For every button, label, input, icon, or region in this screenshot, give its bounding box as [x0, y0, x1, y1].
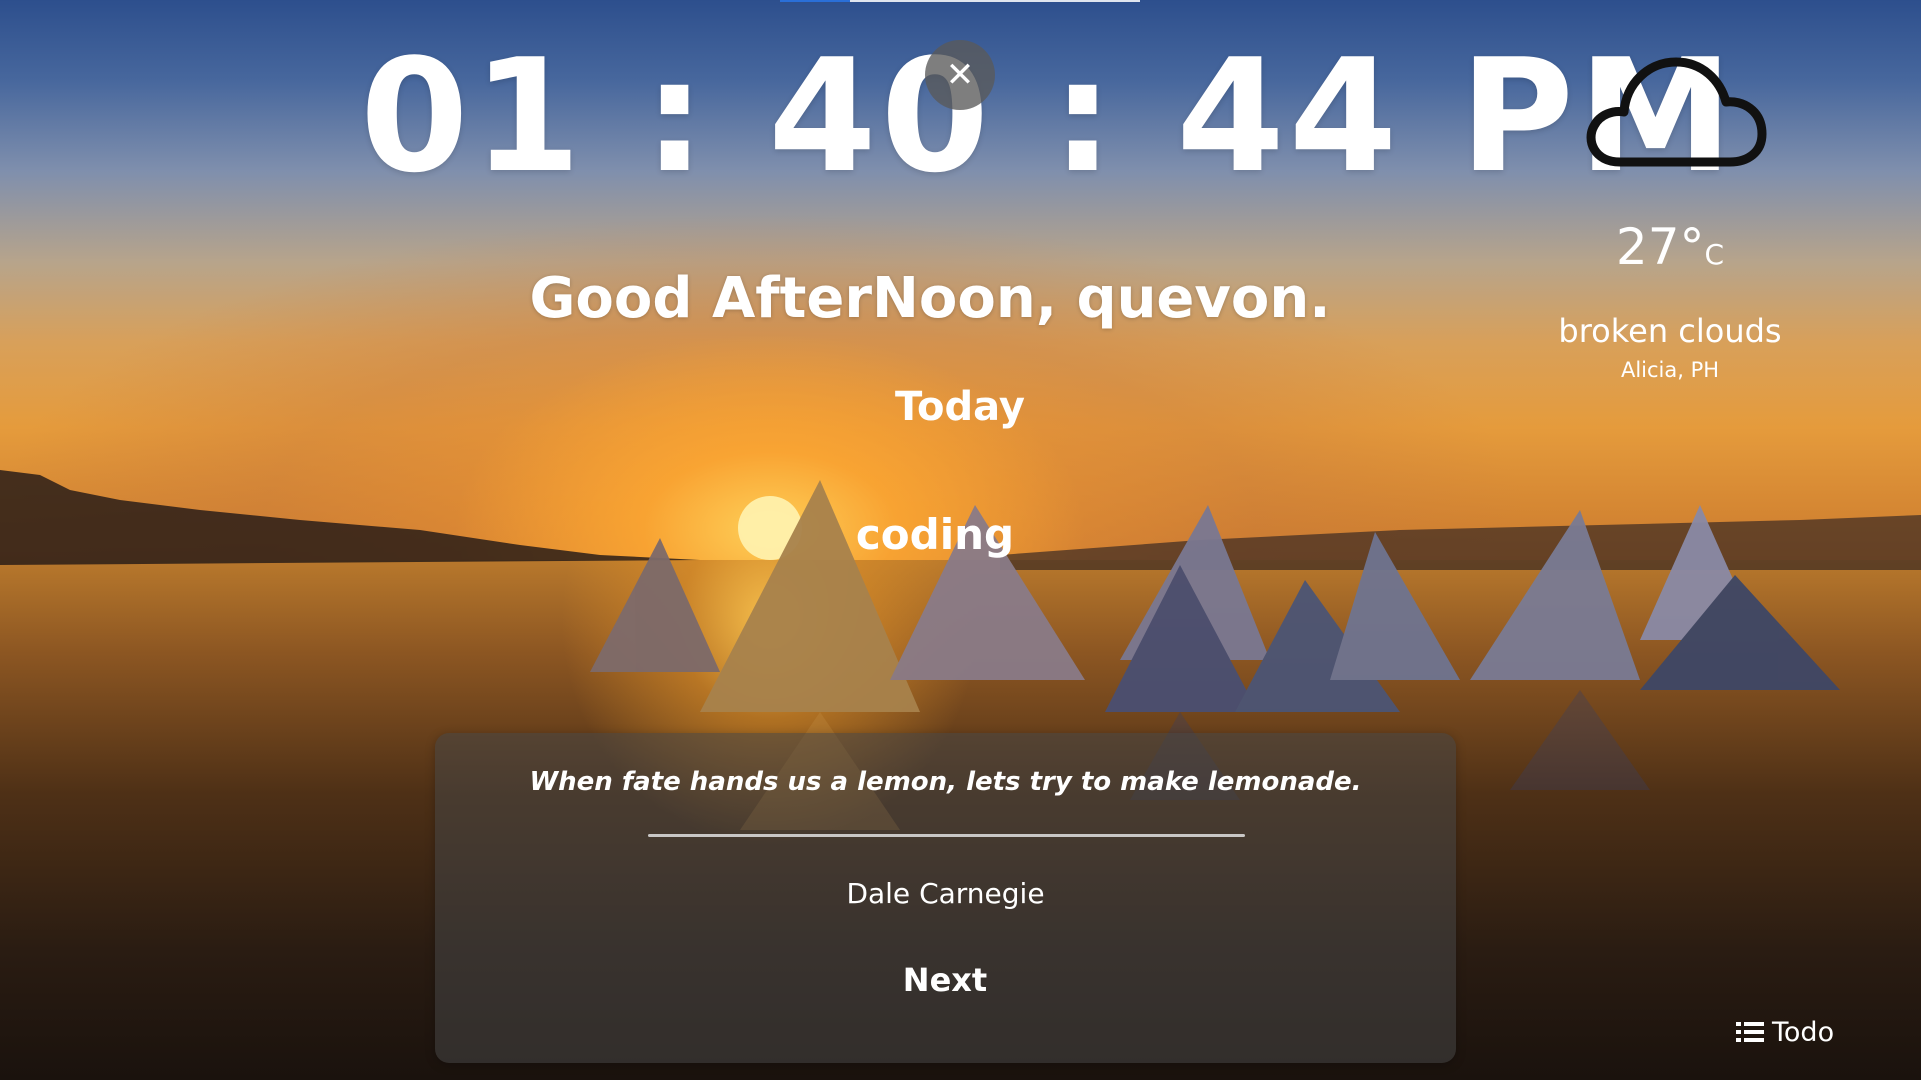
weather-location: Alicia, PH	[1620, 358, 1720, 382]
todo-label: Todo	[1772, 1016, 1835, 1048]
temperature-value: 27°	[1615, 218, 1705, 276]
desktop-stage: 01 : 40 : 44 PM ✕ 27°C broken clouds Ali…	[0, 0, 1921, 1080]
close-button[interactable]: ✕	[925, 40, 995, 110]
weather-temperature: 27°C	[1560, 218, 1780, 276]
focus-value[interactable]: coding	[735, 510, 1135, 559]
page-progress-bar	[780, 0, 1140, 2]
temperature-unit: C	[1704, 238, 1725, 271]
cloud-icon	[1586, 57, 1767, 167]
list-icon	[1736, 1022, 1764, 1042]
quote-divider	[648, 834, 1245, 837]
weather-description: broken clouds	[1558, 312, 1782, 350]
focus-label: Today	[895, 384, 1025, 430]
close-icon: ✕	[945, 55, 975, 95]
next-quote-button[interactable]: Next	[845, 955, 1045, 1005]
todo-button[interactable]: Todo	[1736, 1012, 1886, 1052]
page-progress-fill	[780, 0, 850, 2]
quote-author: Dale Carnegie	[846, 877, 1045, 910]
greeting-text: Good AfterNoon, quevon.	[529, 266, 1331, 331]
quote-card: When fate hands us a lemon, lets try to …	[435, 733, 1456, 1063]
quote-text: When fate hands us a lemon, lets try to …	[529, 767, 1362, 797]
